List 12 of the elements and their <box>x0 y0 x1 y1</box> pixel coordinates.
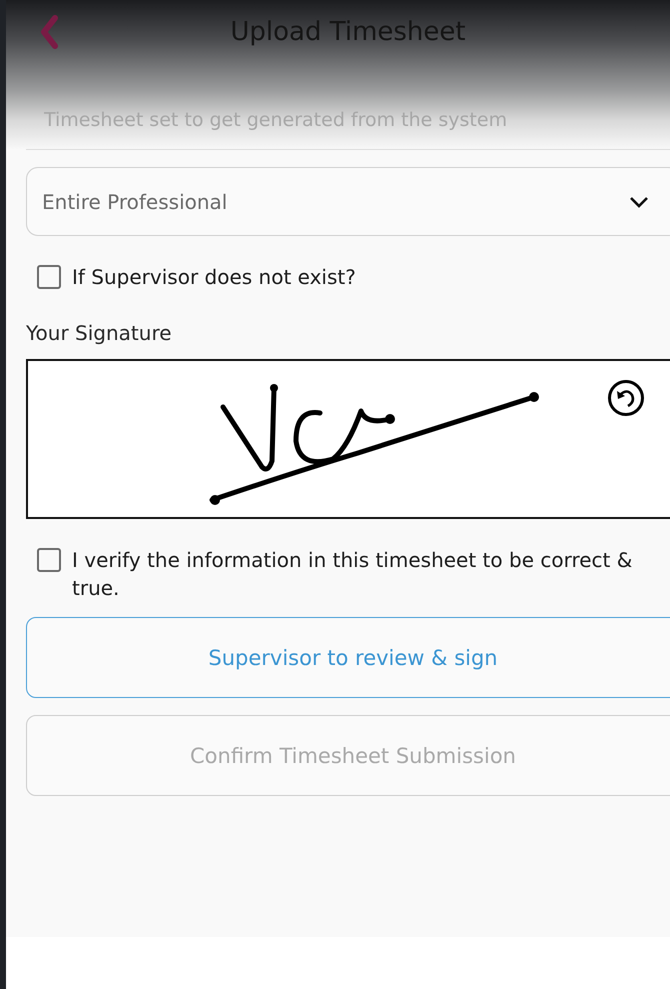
signature-pad[interactable] <box>26 359 670 519</box>
info-field[interactable]: Timesheet set to get generated from the system <box>6 90 670 150</box>
checkbox[interactable] <box>37 548 61 572</box>
professional-dropdown[interactable]: Entire Professional <box>26 167 670 236</box>
checkbox-label: I verify the information in this timesheet to be correct & true. <box>72 547 634 602</box>
checkbox-label: If Supervisor does not exist? <box>72 264 356 291</box>
review-button[interactable]: Supervisor to review & sign <box>26 617 670 698</box>
chevron-down-icon <box>629 196 649 208</box>
checkbox[interactable] <box>37 265 61 289</box>
undo-icon[interactable] <box>607 379 645 417</box>
screen-title: Upload Timesheet <box>229 17 467 47</box>
signature-label: Your Signature <box>26 321 173 345</box>
